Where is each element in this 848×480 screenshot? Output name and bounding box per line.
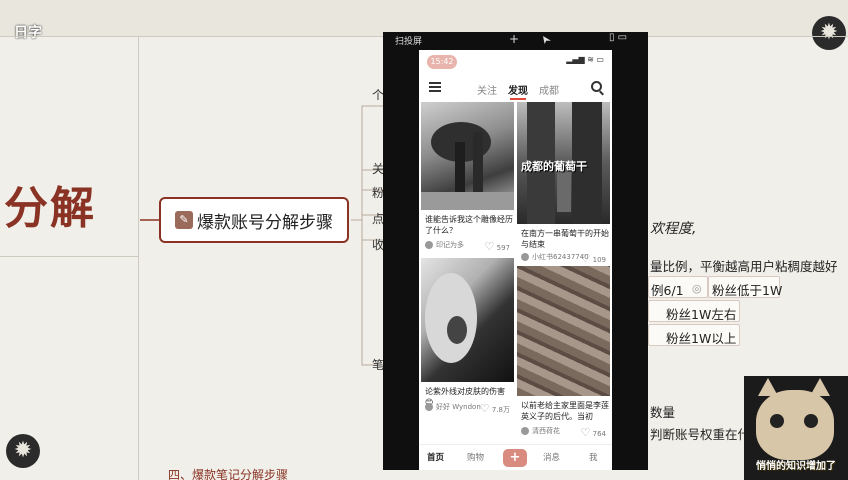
tab-city[interactable]: 成都 (539, 82, 559, 97)
feed-card-author: 好好 Wyndon (436, 403, 481, 411)
heart-icon: ♡ (479, 402, 490, 415)
statue-illustration (421, 122, 514, 210)
tab-follow[interactable]: 关注 (477, 82, 497, 97)
mouse-cursor-icon (543, 36, 551, 44)
phone-screen: 15:42 ▂▄▆ ≋ ▭ 关注 发现 成都 谁能告诉我这个雕像经历了什么？ 印… (419, 50, 612, 470)
next-section-heading: 四、爆款笔记分解步骤 (168, 468, 289, 480)
webcam-overlay: 悄悄的知识增加了 (744, 376, 848, 480)
slide-logo: 日字 (14, 25, 42, 41)
feed-card-author: 印记为多 (436, 241, 464, 249)
tab-shopping[interactable]: 购物 (467, 451, 484, 463)
cat-eye (804, 414, 818, 428)
feed-card-title: 以前老给主家里面是李莲英义子的后代。当初 (521, 401, 609, 421)
like-count: 7.8万 (491, 406, 510, 414)
mindmap-text: 量比例，平衡越高用户粘稠度越好 (650, 259, 838, 274)
avatar (521, 427, 529, 435)
signal-wifi-battery-icon: ▂▄▆ ≋ ▭ (566, 55, 604, 64)
window-controls[interactable]: ▯ ▭ (609, 32, 627, 43)
menu-icon[interactable] (429, 82, 441, 92)
webcam-caption: 悄悄的知识增加了 (756, 461, 836, 472)
bottom-tabbar: 首页 购物 + 消息 我 (419, 444, 612, 470)
feed-card-title: 谁能告诉我这个雕像经历了什么？ (425, 215, 513, 235)
heart-icon: ♡ (580, 252, 591, 265)
mirror-title: 扫投屏 (395, 37, 423, 47)
slide-top-band (0, 0, 848, 36)
mindmap-text: 例6/1 (651, 283, 684, 298)
feed-card[interactable]: 谁能告诉我这个雕像经历了什么？ 印记为多 ♡ 597 (421, 102, 514, 254)
feed-card-meta: 清西荷花 ♡ 764 (521, 426, 606, 439)
like-count: 597 (496, 244, 510, 252)
feed-card-title: 在南方一串葡萄干的开始与结束 (521, 229, 609, 249)
tab-me[interactable]: 我 (589, 451, 598, 463)
feed-card-image (517, 266, 610, 396)
mirror-add-button[interactable]: + (509, 32, 519, 46)
frame-divider (0, 256, 138, 257)
mirror-title-bar: 扫投屏 + ▯ ▭ (383, 32, 648, 48)
status-bar: 15:42 ▂▄▆ ≋ ▭ (419, 50, 612, 74)
tab-discover[interactable]: 发现 (508, 82, 528, 97)
publish-plus-button[interactable]: + (503, 449, 527, 467)
cat-meme-face (756, 390, 834, 460)
avatar (425, 403, 433, 411)
feed-card-meta: 印记为多 ♡ 597 (425, 240, 510, 253)
feed-card-meta: 小红书62437740 ♡ 109 (521, 252, 606, 265)
sun-ornament-icon: ✹ (812, 16, 846, 50)
feed-card-image: 成都的葡萄干 (517, 102, 610, 224)
note-icon: ✎ (175, 211, 193, 229)
feed-card-image (421, 258, 514, 382)
like-count: 764 (592, 430, 606, 438)
link-icon: ◎ (692, 282, 702, 295)
heart-icon: ♡ (580, 426, 591, 439)
frame-divider (138, 36, 139, 480)
active-tab-indicator (510, 98, 526, 100)
feed-card-image (421, 102, 514, 210)
tab-messages[interactable]: 消息 (543, 451, 560, 463)
avatar (521, 253, 529, 261)
feed-card-meta: 好好 Wyndon ♡ 7.8万 (425, 402, 510, 415)
root-node-label: 爆款账号分解步骤 (197, 212, 333, 233)
feed-card[interactable]: 成都的葡萄干 在南方一串葡萄干的开始与结束 小红书62437740 ♡ 109 (517, 102, 610, 265)
mindmap-root-node[interactable]: ✎ 爆款账号分解步骤 (159, 197, 349, 243)
feed-card-likes[interactable]: ♡ 597 (485, 240, 510, 253)
mindmap-text: 粉丝1W以上 (666, 331, 737, 346)
phone-mirror-window[interactable]: 扫投屏 + ▯ ▭ 15:42 ▂▄▆ ≋ ▭ 关注 发现 成都 谁能告诉我这个… (383, 32, 648, 470)
avatar (425, 241, 433, 249)
search-icon[interactable] (591, 81, 602, 92)
feed-card-author: 清西荷花 (532, 427, 560, 435)
top-navbar: 关注 发现 成都 (419, 78, 612, 100)
bust-illustration (425, 273, 477, 363)
feed-card-likes[interactable]: ♡ 7.8万 (480, 402, 510, 415)
tab-home[interactable]: 首页 (427, 451, 444, 463)
section-title: 分解 (4, 183, 96, 234)
cat-eye (770, 414, 784, 428)
mindmap-text: 数量 (650, 405, 676, 420)
status-time: 15:42 (427, 55, 457, 69)
feed-card[interactable]: 以前老给主家里面是李莲英义子的后代。当初 清西荷花 ♡ 764 (517, 266, 610, 444)
feed-card-likes[interactable]: ♡ 764 (581, 426, 606, 439)
mindmap-text: 欢程度, (650, 221, 697, 237)
feed-card[interactable]: 论紫外线对皮肤的伤害😊 好好 Wyndon ♡ 7.8万 (421, 258, 514, 424)
sun-ornament-icon: ✹ (6, 434, 40, 468)
like-count: 109 (592, 256, 606, 264)
mindmap-text: 粉丝1W左右 (666, 307, 737, 322)
heart-icon: ♡ (484, 240, 495, 253)
feed-card-overlay-text: 成都的葡萄干 (521, 160, 587, 173)
mindmap-text: 粉丝低于1W (712, 283, 783, 298)
feed-card-likes[interactable]: ♡ 109 (581, 252, 606, 265)
